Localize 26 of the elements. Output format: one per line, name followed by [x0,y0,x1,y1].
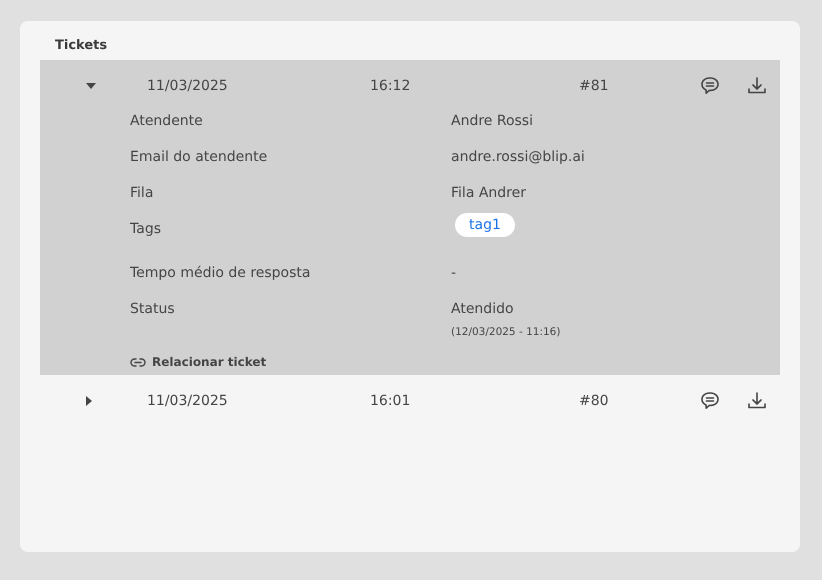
detail-value: Andre Rossi [451,112,533,130]
detail-value: andre.rossi@blip.ai [451,148,585,166]
detail-label: Tempo médio de resposta [130,264,312,282]
download-icon[interactable] [746,76,766,96]
chat-bubble-icon[interactable] [700,391,720,411]
ticket-date: 11/03/2025 [147,393,228,409]
ticket-number: #81 [579,78,609,94]
detail-value: Fila Andrer [451,184,526,202]
relate-ticket-link[interactable]: Relacionar ticket [130,355,266,369]
card-title: Tickets [54,38,108,55]
download-icon[interactable] [746,391,766,411]
ticket-time: 16:01 [370,393,410,409]
chat-bubble-icon[interactable] [700,76,720,96]
detail-label: Fila [130,184,154,202]
tag-chip[interactable]: tag1 [455,213,515,237]
detail-value: Atendido [451,300,514,318]
detail-label: Atendente [130,112,204,130]
detail-label: Tags [130,220,162,238]
ticket-time: 16:12 [370,78,410,94]
detail-label: Status [130,300,176,318]
ticket-date: 11/03/2025 [147,78,228,94]
ticket-number: #80 [579,393,609,409]
status-timestamp: (12/03/2025 - 11:16) [451,326,560,338]
detail-label: Email do atendente [130,148,268,166]
link-icon [130,356,146,368]
detail-value: - [451,264,456,282]
